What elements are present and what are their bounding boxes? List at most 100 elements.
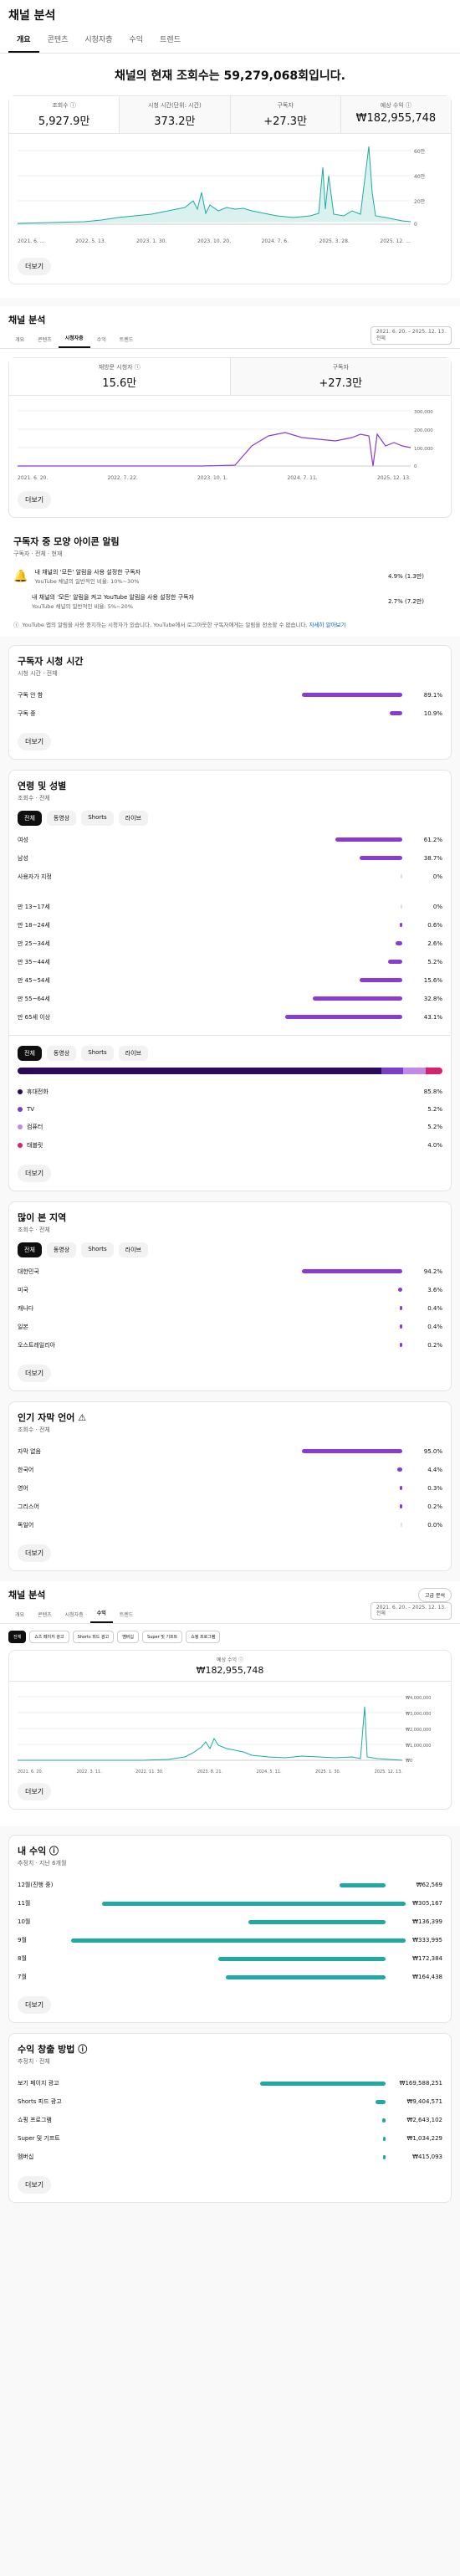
x-tick: 2025. 12. … bbox=[380, 238, 411, 244]
y-tick: 0 bbox=[414, 464, 417, 469]
list-item: 만 13~17세 0% bbox=[18, 898, 442, 916]
revenue-tabs: 개요 콘텐츠 시청자층 수익 트렌드 2021. 6. 20. – 2025. … bbox=[0, 1601, 460, 1625]
tab-content[interactable]: 콘텐츠 bbox=[31, 1606, 59, 1623]
learn-more-link[interactable]: 자세히 알아보기 bbox=[309, 622, 346, 628]
row-value: 5.2% bbox=[427, 958, 442, 965]
row-label: 태블릿 bbox=[27, 1141, 43, 1149]
revenue-section: 채널 분석 고급 분석 개요 콘텐츠 시청자층 수익 트렌드 2021. 6. … bbox=[0, 1580, 460, 1827]
chip-shopping[interactable]: 쇼핑 프로그램 bbox=[186, 1631, 221, 1644]
watchtime-title: 구독자 시청 시간 bbox=[18, 655, 84, 667]
bar-track bbox=[210, 874, 409, 879]
tab-overview[interactable]: 개요 bbox=[8, 1606, 31, 1623]
tab-revenue[interactable]: 수익 bbox=[90, 330, 113, 348]
chip-all[interactable]: 전체 bbox=[8, 1631, 27, 1644]
main-tabs: 개요 콘텐츠 시청자층 수익 트렌드 bbox=[0, 27, 460, 54]
metric-subscribers[interactable]: 구독자 +27.3만 bbox=[230, 96, 341, 133]
date-range-select[interactable]: 2021. 6. 20. – 2025. 12. 13. 전체 bbox=[370, 1601, 452, 1621]
pill-videos[interactable]: 동영상 bbox=[46, 1045, 77, 1061]
pill-shorts[interactable]: Shorts bbox=[81, 810, 114, 826]
x-tick: 2025. 12. 13. bbox=[376, 474, 411, 481]
bell-note-text: YouTube 앱의 알림을 사용 중지하는 시청자가 있습니다. YouTub… bbox=[22, 621, 308, 628]
row-label: 대한민국 bbox=[18, 1268, 39, 1275]
row-value: ₩62,569 bbox=[416, 1882, 442, 1889]
bell-row-2: 내 채널의 '모든' 알림을 켜고 YouTube 알림을 사용 설정한 구독자… bbox=[13, 593, 447, 610]
more-button[interactable]: 더보기 bbox=[18, 1544, 52, 1562]
subtitle-lang-card: 인기 자막 언어 ⚠ 조회수 · 전체 자막 없음 95.0% 한국어 4.4% 영어 0… bbox=[8, 1401, 452, 1571]
more-button[interactable]: 더보기 bbox=[18, 1996, 52, 2015]
metric-revenue[interactable]: 예상 수익 ⓘ ₩182,955,748 bbox=[9, 1651, 451, 1682]
pill-shorts[interactable]: Shorts bbox=[81, 1242, 114, 1257]
page-title: 채널 분석 bbox=[8, 315, 46, 325]
pill-videos[interactable]: 동영상 bbox=[46, 1242, 77, 1257]
returning-line-chart: 300,000 200,000 100,000 0 bbox=[18, 410, 433, 469]
tab-trends[interactable]: 트렌드 bbox=[113, 1606, 141, 1623]
list-item: 한국어 4.4% bbox=[18, 1461, 442, 1479]
more-button[interactable]: 더보기 bbox=[18, 1164, 52, 1182]
x-tick: 2022. 11. 30. bbox=[135, 1769, 164, 1775]
bar-track bbox=[210, 1486, 409, 1491]
row-value: ₩305,167 bbox=[412, 1900, 442, 1908]
list-item: TV 5.2% bbox=[18, 1101, 442, 1118]
row-value: ₩164,438 bbox=[412, 1974, 442, 1981]
row-label: Shorts 피드 광고 bbox=[18, 2098, 62, 2106]
pill-videos[interactable]: 동영상 bbox=[46, 810, 77, 826]
bar-track bbox=[210, 693, 409, 698]
more-button[interactable]: 더보기 bbox=[18, 258, 52, 275]
more-button[interactable]: 더보기 bbox=[18, 2176, 52, 2194]
pill-live[interactable]: 라이브 bbox=[118, 1242, 148, 1257]
tab-overview[interactable]: 개요 bbox=[8, 27, 39, 53]
tab-audience[interactable]: 시청자층 bbox=[58, 329, 90, 348]
pill-live[interactable]: 라이브 bbox=[118, 810, 148, 826]
chip-supers[interactable]: Super 및 기프트 bbox=[142, 1631, 183, 1644]
audience-section: 채널 분석 개요 콘텐츠 시청자층 수익 트렌드 2021. 6. 20. – … bbox=[0, 306, 460, 637]
bar-track bbox=[210, 960, 409, 965]
metric-revenue[interactable]: 예상 수익 ⓘ ₩182,955,748 bbox=[340, 96, 451, 133]
chip-memberships[interactable]: 멤버십 bbox=[117, 1631, 140, 1644]
row-value: 38.7% bbox=[423, 854, 442, 862]
geo-title: 많이 본 지역 bbox=[18, 1211, 67, 1223]
bell-row-sub: YouTube 채널의 일반적인 비율: 5%~20% bbox=[32, 602, 133, 610]
x-axis: 2021. 6. 20. 2022. 7. 22. 2023. 10. 1. 2… bbox=[18, 474, 411, 483]
x-tick: 2021. 6. 20. bbox=[18, 474, 49, 481]
row-value: 3.6% bbox=[427, 1286, 442, 1293]
more-button[interactable]: 더보기 bbox=[18, 1783, 52, 1801]
metric-subscribers[interactable]: 구독자 +27.3만 bbox=[230, 357, 451, 395]
tab-trends[interactable]: 트렌드 bbox=[113, 330, 141, 348]
bar-fill bbox=[375, 2099, 386, 2104]
pill-all[interactable]: 전체 bbox=[18, 1045, 42, 1061]
pill-all[interactable]: 전체 bbox=[18, 810, 42, 826]
audience-tabs: 개요 콘텐츠 시청자층 수익 트렌드 2021. 6. 20. – 2025. … bbox=[0, 326, 460, 349]
tab-overview[interactable]: 개요 bbox=[8, 330, 31, 348]
pill-live[interactable]: 라이브 bbox=[118, 1045, 148, 1061]
overview-line-chart: 60만 40만 20만 0 bbox=[17, 146, 426, 228]
tab-content[interactable]: 콘텐츠 bbox=[31, 330, 59, 348]
tab-content[interactable]: 콘텐츠 bbox=[39, 27, 77, 53]
more-button[interactable]: 더보기 bbox=[18, 732, 52, 750]
device-card: 전체 동영상 Shorts 라이브 휴대전화 85.8% TV 5.2% 컴퓨터 5.2%… bbox=[8, 1035, 452, 1191]
pill-all[interactable]: 전체 bbox=[18, 1242, 42, 1257]
tab-audience[interactable]: 시청자층 bbox=[76, 27, 120, 53]
bar-fill bbox=[360, 856, 402, 861]
bar-track bbox=[210, 1523, 409, 1528]
device-segment bbox=[425, 1067, 442, 1074]
row-value: ₩169,588,251 bbox=[399, 2080, 442, 2087]
tab-audience[interactable]: 시청자층 bbox=[59, 1606, 90, 1623]
overview-card: 조회수 ⓘ 5,927.9만 시청 시간(단위: 시간) 373.2만 구독자 … bbox=[8, 95, 452, 284]
metric-label: 예상 수익 ⓘ bbox=[380, 102, 411, 109]
advanced-mode-button[interactable]: 고급 분석 bbox=[418, 1587, 452, 1602]
metric-views[interactable]: 조회수 ⓘ 5,927.9만 bbox=[9, 96, 120, 133]
bar-fill bbox=[302, 1269, 402, 1274]
date-range-select[interactable]: 2021. 6. 20. – 2025. 12. 13. 전체 bbox=[370, 326, 452, 345]
chip-watch-page-ads[interactable]: 쇼츠 페이지 광고 bbox=[29, 1631, 69, 1644]
list-item: 만 55~64세 32.8% bbox=[18, 990, 442, 1008]
metric-watchtime[interactable]: 시청 시간(단위: 시간) 373.2만 bbox=[120, 96, 231, 133]
metric-returning[interactable]: 재방문 시청자 ⓘ 15.6만 bbox=[9, 357, 231, 395]
list-item: 캐나다 0.4% bbox=[18, 1299, 442, 1318]
tab-revenue[interactable]: 수익 bbox=[89, 1604, 113, 1624]
tab-revenue[interactable]: 수익 bbox=[121, 27, 152, 53]
pill-shorts[interactable]: Shorts bbox=[81, 1045, 114, 1061]
more-button[interactable]: 더보기 bbox=[18, 1364, 52, 1382]
tab-trends[interactable]: 트렌드 bbox=[151, 27, 189, 53]
chip-shorts-feed-ads[interactable]: Shorts 피드 광고 bbox=[72, 1631, 115, 1644]
more-button[interactable]: 더보기 bbox=[18, 490, 52, 509]
